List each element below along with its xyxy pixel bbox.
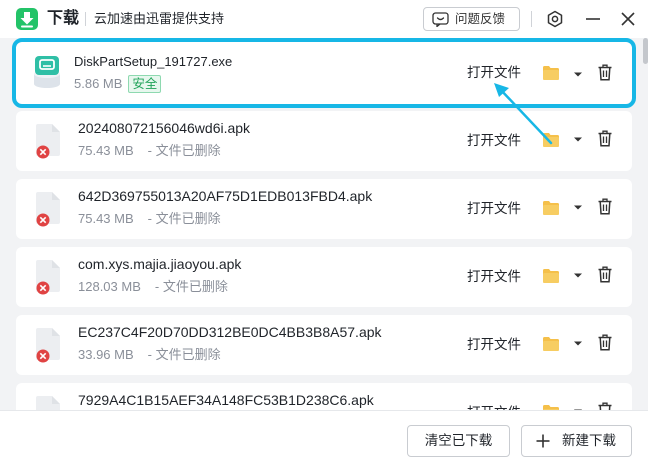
plus-icon [536, 434, 550, 448]
feedback-button[interactable]: 问题反馈 [423, 7, 520, 31]
app-title: 下载 [47, 10, 80, 27]
missing-file-icon [36, 328, 60, 363]
chevron-down-icon[interactable] [573, 136, 583, 143]
file-name: com.xys.majia.jiaoyou.apk [78, 256, 242, 272]
open-file-button[interactable]: 打开文件 [467, 132, 521, 149]
file-meta: 33.96 MB - 文件已删除 [78, 347, 221, 363]
footer-bar: 清空已下载 新建下载 [0, 410, 648, 465]
trash-icon[interactable] [598, 64, 612, 81]
deleted-status: - 文件已删除 [154, 279, 228, 294]
file-meta: 75.43 MB - 文件已删除 [78, 211, 221, 227]
open-file-button[interactable]: 打开文件 [467, 200, 521, 217]
deleted-status: - 文件已删除 [147, 211, 221, 226]
file-meta: 5.86 MB 安全 [74, 75, 162, 93]
trash-icon[interactable] [598, 266, 612, 283]
trash-icon[interactable] [598, 334, 612, 351]
trash-icon[interactable] [598, 130, 612, 147]
download-item[interactable]: 202408072156046wd6i.apk 75.43 MB - 文件已删除 … [16, 111, 632, 171]
settings-button[interactable] [545, 9, 565, 29]
download-app-icon [16, 8, 38, 30]
open-file-button[interactable]: 打开文件 [467, 336, 521, 353]
chevron-down-icon[interactable] [573, 272, 583, 279]
file-name: 7929A4C1B15AEF34A148FC53B1D238C6.apk [78, 392, 374, 408]
minimize-button[interactable] [583, 9, 603, 29]
file-size: 75.43 MB [78, 211, 134, 226]
deleted-status: - 文件已删除 [147, 143, 221, 158]
safe-badge: 安全 [128, 75, 162, 93]
title-bar: 下载 云加速由迅雷提供支持 问题反馈 [0, 0, 648, 38]
file-meta: 75.43 MB - 文件已删除 [78, 143, 221, 159]
file-size: 75.43 MB [78, 143, 134, 158]
title-divider [85, 12, 86, 26]
download-item[interactable]: 7929A4C1B15AEF34A148FC53B1D238C6.apk 打开文… [16, 383, 632, 410]
folder-icon[interactable] [542, 336, 560, 352]
app-subtitle: 云加速由迅雷提供支持 [94, 11, 225, 26]
file-name: EC237C4F20D70DD312BE0DC4BB3B8A57.apk [78, 324, 382, 340]
close-button[interactable] [618, 9, 638, 29]
feedback-label: 问题反馈 [455, 12, 506, 26]
file-meta: 128.03 MB - 文件已删除 [78, 279, 228, 295]
file-name: 202408072156046wd6i.apk [78, 120, 251, 136]
chevron-down-icon[interactable] [573, 204, 583, 211]
folder-icon[interactable] [542, 200, 560, 216]
minimize-icon [586, 18, 600, 20]
download-item[interactable]: com.xys.majia.jiaoyou.apk 128.03 MB - 文件已… [16, 247, 632, 307]
file-size: 5.86 MB [74, 76, 123, 91]
file-name: DiskPartSetup_191727.exe [74, 54, 233, 69]
toolbar-divider [531, 11, 532, 27]
chevron-down-icon[interactable] [573, 71, 583, 78]
missing-file-icon [36, 396, 60, 410]
file-name: 642D369755013A20AF75D1EDB013FBD4.apk [78, 188, 373, 204]
folder-icon[interactable] [542, 65, 560, 81]
chevron-down-icon[interactable] [573, 340, 583, 347]
open-file-button[interactable]: 打开文件 [467, 64, 521, 81]
gear-icon [547, 10, 563, 28]
download-item[interactable]: EC237C4F20D70DD312BE0DC4BB3B8A57.apk 33.… [16, 315, 632, 375]
new-download-button[interactable]: 新建下载 [521, 425, 632, 457]
missing-file-icon [36, 124, 60, 159]
missing-file-icon [36, 192, 60, 227]
clear-downloaded-button[interactable]: 清空已下载 [407, 425, 510, 457]
folder-icon[interactable] [542, 132, 560, 148]
missing-file-icon [36, 260, 60, 295]
download-item[interactable]: 642D369755013A20AF75D1EDB013FBD4.apk 75.… [16, 179, 632, 239]
trash-icon[interactable] [598, 198, 612, 215]
download-item[interactable]: DiskPartSetup_191727.exe 5.86 MB 安全 打开文件 [12, 38, 636, 108]
new-download-label: 新建下载 [562, 433, 616, 448]
chat-bubble-icon [432, 11, 449, 27]
file-size: 33.96 MB [78, 347, 134, 362]
installer-file-icon [34, 56, 60, 88]
folder-icon[interactable] [542, 268, 560, 284]
file-size: 128.03 MB [78, 279, 141, 294]
trash-icon[interactable] [598, 402, 612, 410]
download-list: DiskPartSetup_191727.exe 5.86 MB 安全 打开文件 [0, 38, 648, 410]
deleted-status: - 文件已删除 [147, 347, 221, 362]
close-icon [621, 12, 635, 26]
open-file-button[interactable]: 打开文件 [467, 268, 521, 285]
scrollbar-thumb[interactable] [643, 38, 648, 64]
